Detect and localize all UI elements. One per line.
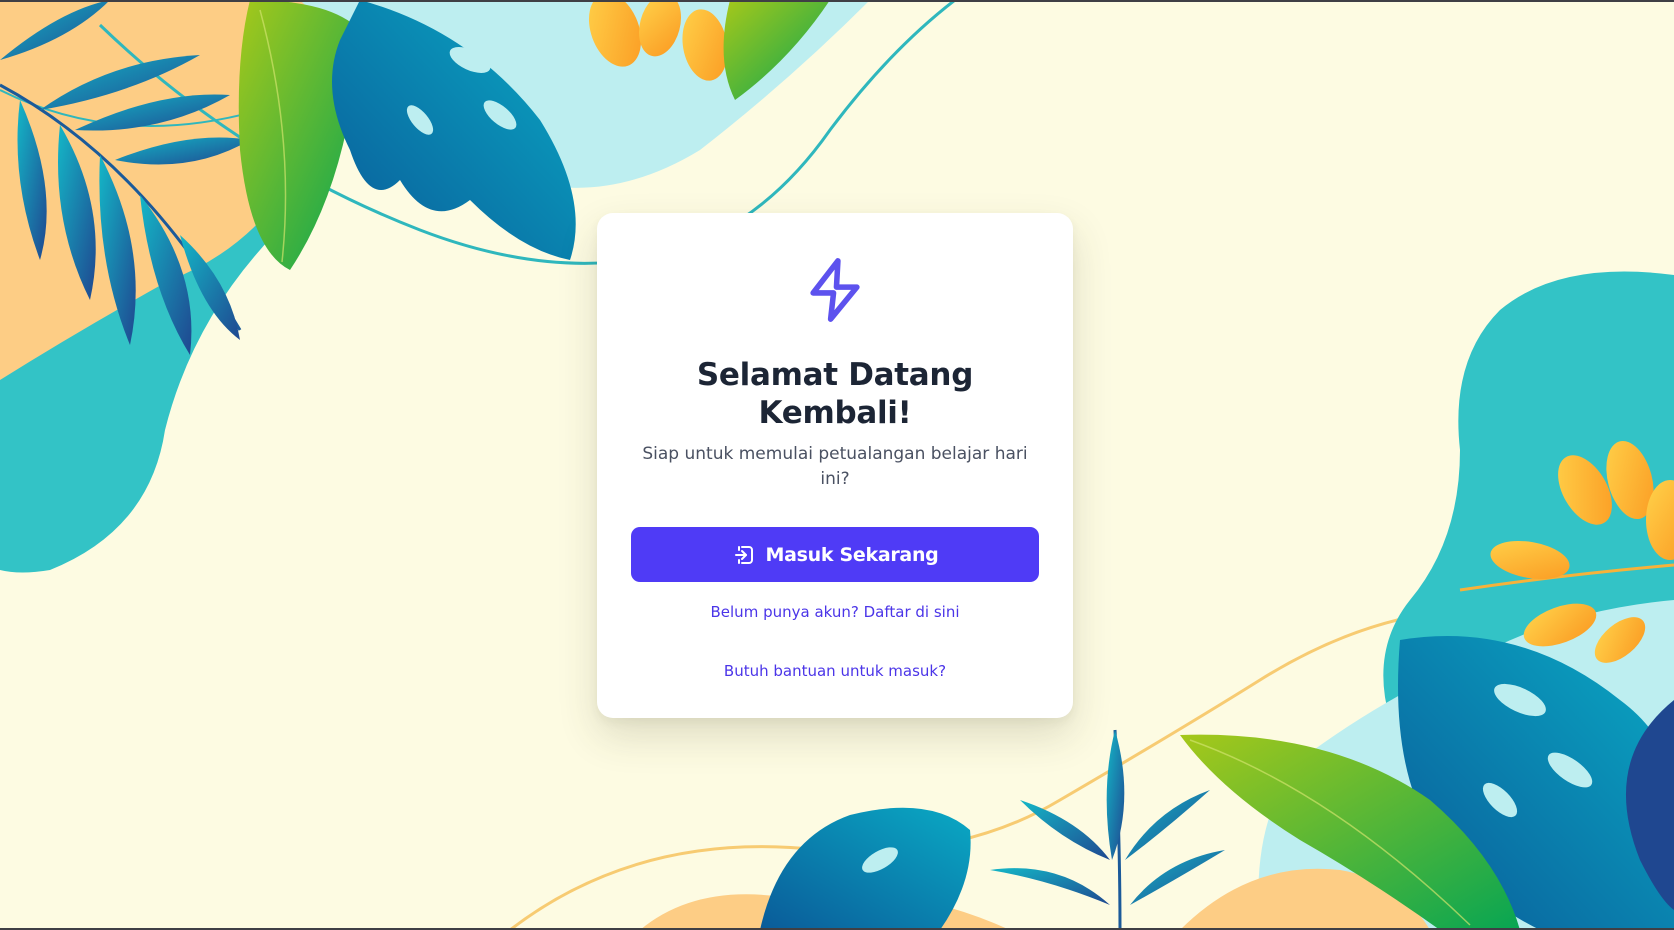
page-subtitle: Siap untuk memulai petualangan belajar h…: [642, 444, 1028, 489]
register-link[interactable]: Belum punya akun? Daftar di sini: [637, 603, 1033, 621]
help-link[interactable]: Butuh bantuan untuk masuk?: [637, 662, 1033, 680]
lightning-bolt-icon: [810, 258, 860, 322]
login-button[interactable]: Masuk Sekarang: [631, 527, 1039, 582]
page-title: Selamat Datang Kembali!: [696, 357, 974, 431]
login-arrow-icon: [734, 545, 753, 564]
login-card: Selamat Datang Kembali! Siap untuk memul…: [597, 213, 1073, 718]
login-button-label: Masuk Sekarang: [765, 543, 939, 566]
window-top-border: [0, 0, 1674, 2]
palm-frond-bottom: [990, 729, 1225, 930]
